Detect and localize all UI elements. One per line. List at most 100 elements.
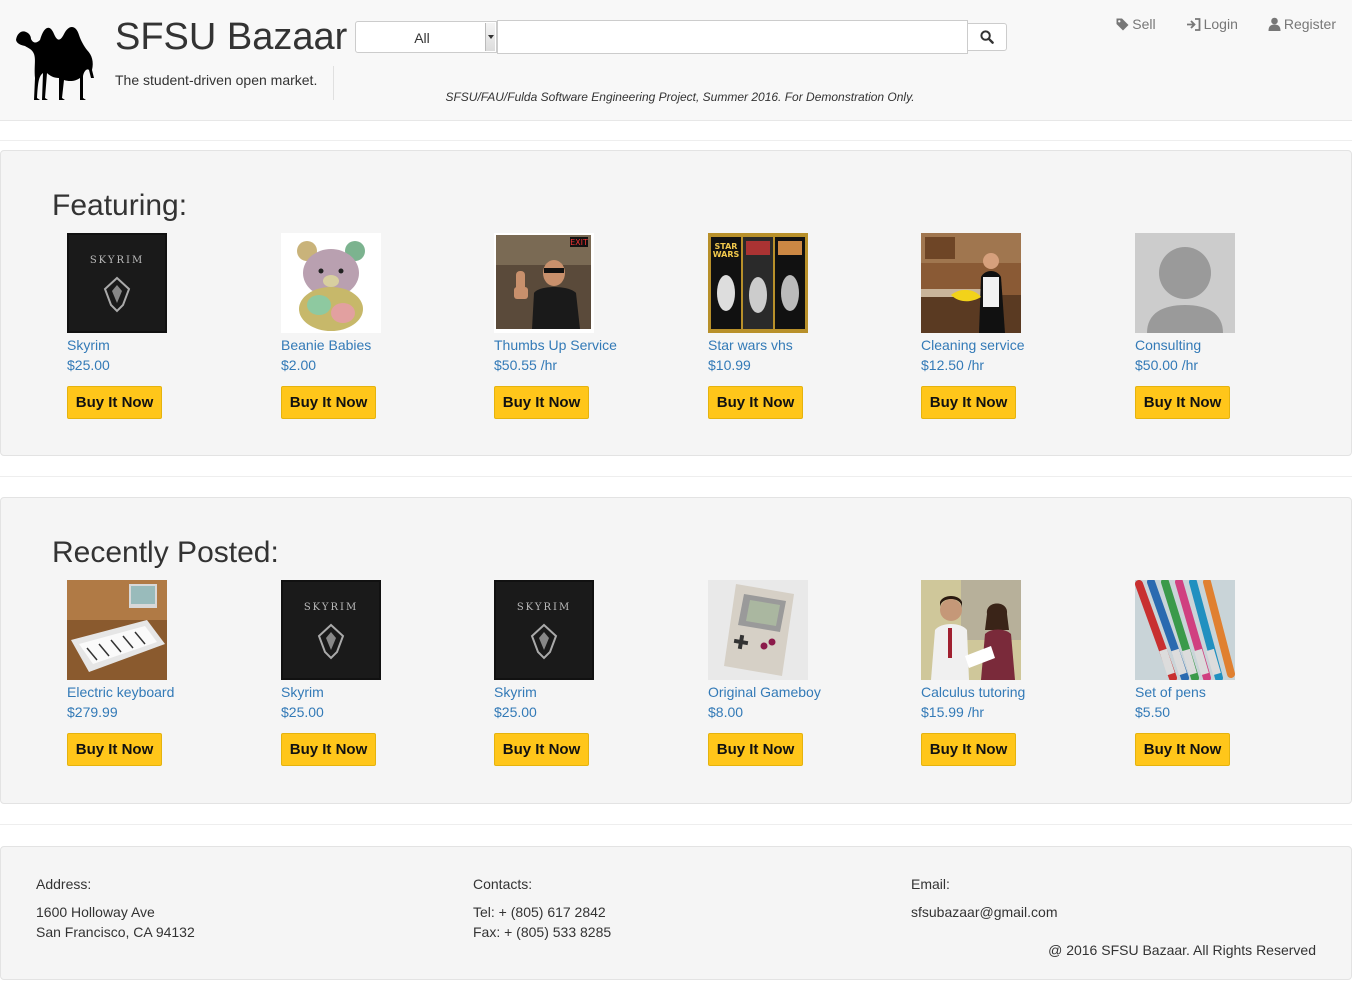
disclaimer-text: SFSU/FAU/Fulda Software Engineering Proj… [445,90,915,104]
buy-it-now-button[interactable]: Buy It Now [708,386,803,419]
product-price: $50.55 /hr [494,357,558,373]
product-price: $25.00 [494,704,537,720]
camel-logo[interactable] [14,18,98,102]
svg-text:EXIT: EXIT [570,238,588,247]
product-name-link[interactable]: Beanie Babies [281,335,481,355]
product-image[interactable] [1135,233,1235,333]
product-price: $25.00 [281,704,324,720]
phone-number: Tel: + (805) 617 2842 [473,904,606,920]
copyright-text: @ 2016 SFSU Bazaar. All Rights Reserved [1048,942,1316,958]
search-button[interactable] [967,23,1007,51]
product-card: Cleaning service $12.50 /hr Buy It Now [921,233,1121,419]
product-price: $279.99 [67,704,118,720]
search-input[interactable] [497,20,968,54]
buy-it-now-button[interactable]: Buy It Now [281,733,376,766]
buy-it-now-button[interactable]: Buy It Now [921,733,1016,766]
user-icon [1268,17,1281,31]
product-card: Original Gameboy $8.00 Buy It Now [708,580,908,766]
footer-email: Email: sfsubazaar@gmail.com [911,875,1058,922]
nav-register-label: Register [1283,16,1336,32]
address-line: San Francisco, CA 94132 [36,924,195,940]
buy-it-now-button[interactable]: Buy It Now [494,733,589,766]
email-label: Email: [911,876,950,892]
category-select-value: All [414,30,430,46]
search-icon [980,30,994,44]
nav-login-label: Login [1203,16,1238,32]
product-price: $25.00 [67,357,110,373]
featuring-title: Featuring: [52,189,188,222]
product-card: Calculus tutoring $15.99 /hr Buy It Now [921,580,1121,766]
product-price: $50.00 /hr [1135,357,1199,373]
product-name-link[interactable]: Consulting [1135,335,1335,355]
product-image[interactable] [708,580,808,680]
email-address: sfsubazaar@gmail.com [911,904,1058,920]
svg-text:WARS: WARS [713,250,740,259]
buy-it-now-button[interactable]: Buy It Now [281,386,376,419]
product-name-link[interactable]: Cleaning service [921,335,1121,355]
nav-login-link[interactable]: Login [1186,16,1238,32]
divider [0,140,1352,141]
product-image[interactable] [281,233,381,333]
product-image[interactable]: SKYRIM [494,580,594,680]
nav-register-link[interactable]: Register [1268,16,1336,32]
navbar: SFSU Bazaar The student-driven open mark… [0,0,1352,121]
product-name-link[interactable]: Original Gameboy [708,682,908,702]
product-card: Consulting $50.00 /hr Buy It Now [1135,233,1335,419]
product-price: $5.50 [1135,704,1171,720]
buy-it-now-button[interactable]: Buy It Now [67,733,162,766]
product-card: Set of pens $5.50 Buy It Now [1135,580,1335,766]
product-image[interactable]: EXIT [494,233,594,333]
product-image[interactable] [921,580,1021,680]
product-name-link[interactable]: Star wars vhs [708,335,908,355]
product-name-link[interactable]: Set of pens [1135,682,1335,702]
nav-links: Sell Login Register [1116,16,1336,32]
address-line: 1600 Holloway Ave [36,904,155,920]
divider [333,66,334,100]
divider [0,476,1352,477]
product-card: Electric keyboard $279.99 Buy It Now [67,580,267,766]
login-icon [1186,17,1200,31]
product-image[interactable] [1135,580,1235,680]
category-select[interactable]: All [355,21,497,53]
product-price: $8.00 [708,704,744,720]
buy-it-now-button[interactable]: Buy It Now [708,733,803,766]
product-name-link[interactable]: Skyrim [494,682,694,702]
product-price: $12.50 /hr [921,357,985,373]
product-name-link[interactable]: Skyrim [281,682,481,702]
product-card: SKYRIM Skyrim $25.00 Buy It Now [67,233,267,419]
svg-text:SKYRIM: SKYRIM [304,602,358,613]
product-name-link[interactable]: Calculus tutoring [921,682,1121,702]
product-image[interactable]: STAR WARS [708,233,808,333]
recently-posted-title: Recently Posted: [52,536,279,569]
recently-posted-panel: Recently Posted: Electric keyboard $279.… [0,497,1352,804]
divider [0,824,1352,825]
product-price: $2.00 [281,357,317,373]
product-name-link[interactable]: Thumbs Up Service [494,335,694,355]
nav-sell-link[interactable]: Sell [1116,16,1156,32]
buy-it-now-button[interactable]: Buy It Now [494,386,589,419]
product-card: EXIT Thumbs Up Service $50.55 /hr Buy It… [494,233,694,419]
brand-tagline: The student-driven open market. [115,72,318,88]
featuring-panel: Featuring: SKYRIM Skyrim $25.00 Buy It N… [0,150,1352,456]
product-card: SKYRIM Skyrim $25.00 Buy It Now [494,580,694,766]
product-price: $15.99 /hr [921,704,985,720]
product-image[interactable] [921,233,1021,333]
product-image[interactable]: SKYRIM [281,580,381,680]
product-card: SKYRIM Skyrim $25.00 Buy It Now [281,580,481,766]
product-image[interactable]: SKYRIM [67,233,167,333]
tag-icon [1116,18,1129,30]
product-name-link[interactable]: Skyrim [67,335,267,355]
buy-it-now-button[interactable]: Buy It Now [67,386,162,419]
product-image[interactable] [67,580,167,680]
footer-address: Address: 1600 Holloway Ave San Francisco… [36,875,195,942]
address-label: Address: [36,876,92,892]
contacts-label: Contacts: [473,876,533,892]
nav-sell-label: Sell [1132,16,1156,32]
brand-title[interactable]: SFSU Bazaar [115,16,347,59]
product-name-link[interactable]: Electric keyboard [67,682,267,702]
svg-text:SKYRIM: SKYRIM [517,602,571,613]
product-card: Beanie Babies $2.00 Buy It Now [281,233,481,419]
buy-it-now-button[interactable]: Buy It Now [1135,733,1230,766]
buy-it-now-button[interactable]: Buy It Now [1135,386,1230,419]
buy-it-now-button[interactable]: Buy It Now [921,386,1016,419]
